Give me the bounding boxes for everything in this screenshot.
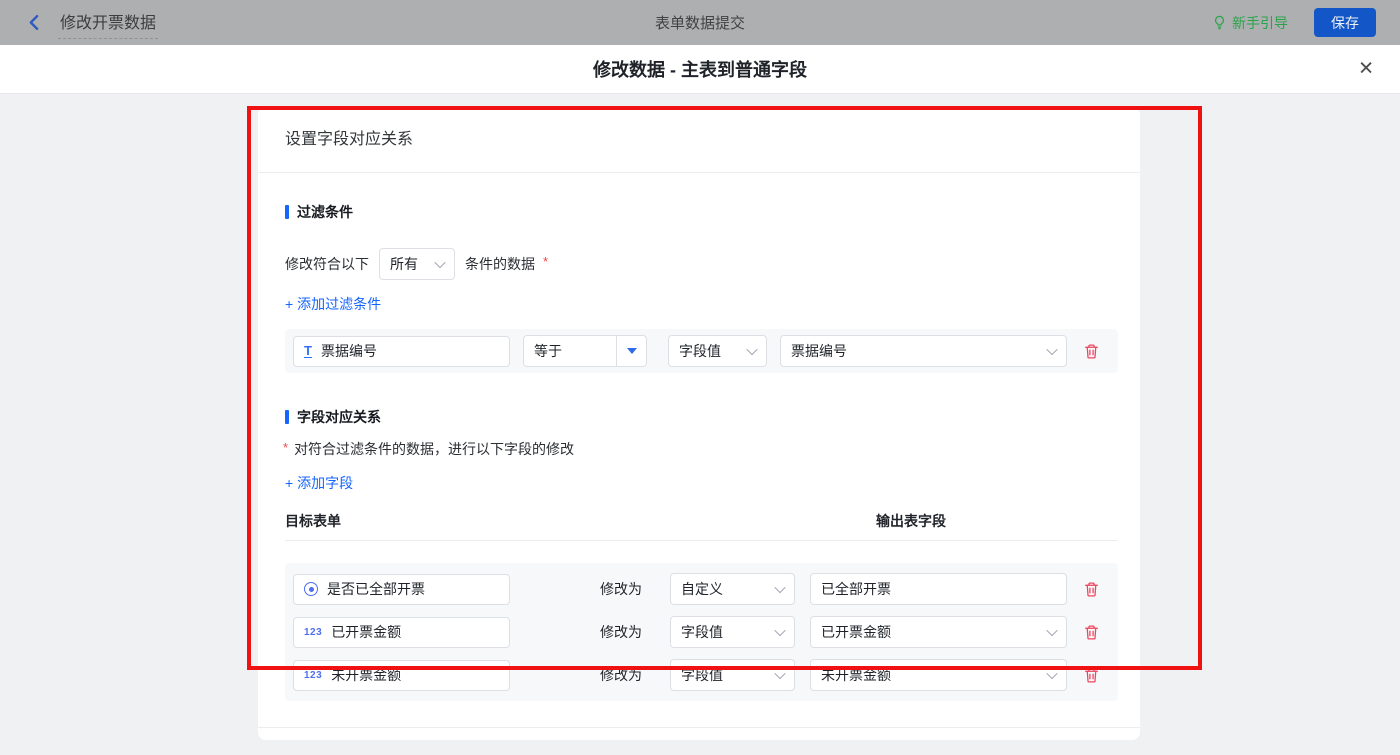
page-title: 表单数据提交 bbox=[0, 12, 1400, 33]
mapping-rows: 是否已全部开票 修改为 自定义 已全部开票 bbox=[285, 563, 1118, 701]
footer-actions: 上一步：设置触发动作 完成 下一步：设置新增数据 其他设置 bbox=[285, 728, 1118, 740]
chevron-down-icon bbox=[774, 668, 785, 679]
chevron-down-icon bbox=[746, 344, 757, 355]
number-field-icon: 123 bbox=[304, 670, 322, 681]
add-field-link[interactable]: + 添加字段 bbox=[285, 473, 353, 493]
output-field-select[interactable]: 未开票金额 bbox=[810, 659, 1067, 691]
chevron-down-icon bbox=[434, 257, 445, 268]
top-bar: 表单数据提交 修改开票数据 新手引导 保存 bbox=[0, 0, 1400, 45]
text-field-icon: T bbox=[304, 344, 312, 358]
settings-panel: 设置字段对应关系 过滤条件 修改符合以下 所有 条件的数据 * + 添加过滤条件… bbox=[258, 107, 1140, 740]
delete-row-button[interactable] bbox=[1083, 667, 1100, 684]
flow-title[interactable]: 修改开票数据 bbox=[58, 6, 158, 39]
panel-title: 设置字段对应关系 bbox=[285, 107, 1118, 151]
filter-value-select[interactable]: 票据编号 bbox=[780, 335, 1067, 367]
mapping-row: 是否已全部开票 修改为 自定义 已全部开票 bbox=[293, 573, 1100, 605]
section-marker bbox=[285, 410, 289, 424]
target-field-select[interactable]: 是否已全部开票 bbox=[293, 574, 510, 605]
chevron-left-icon bbox=[26, 14, 43, 31]
filter-field-select[interactable]: T 票据编号 bbox=[293, 336, 510, 367]
lightbulb-icon bbox=[1212, 15, 1227, 30]
custom-value-input[interactable]: 已全部开票 bbox=[810, 573, 1067, 605]
delete-filter-button[interactable] bbox=[1083, 343, 1100, 360]
filter-section-title: 过滤条件 bbox=[285, 202, 1118, 222]
col-output-field: 输出表字段 bbox=[876, 511, 946, 531]
guide-label: 新手引导 bbox=[1232, 13, 1288, 33]
section-marker bbox=[285, 205, 289, 219]
match-prefix-label: 修改符合以下 bbox=[285, 254, 369, 274]
modal-body: 设置字段对应关系 过滤条件 修改符合以下 所有 条件的数据 * + 添加过滤条件… bbox=[0, 94, 1400, 755]
back-button[interactable] bbox=[24, 13, 44, 33]
save-button[interactable]: 保存 bbox=[1314, 8, 1376, 37]
modal-header: 修改数据 - 主表到普通字段 ✕ bbox=[0, 45, 1400, 94]
mapping-section-title: 字段对应关系 bbox=[285, 407, 1118, 427]
mapping-description: * 对符合过滤条件的数据，进行以下字段的修改 bbox=[285, 439, 1118, 459]
beginner-guide-link[interactable]: 新手引导 bbox=[1212, 13, 1288, 33]
trash-icon bbox=[1083, 624, 1100, 641]
value-type-select[interactable]: 字段值 bbox=[670, 659, 795, 691]
chevron-down-icon bbox=[774, 625, 785, 636]
columns-header: 目标表单 输出表字段 bbox=[285, 511, 1118, 531]
target-field-select[interactable]: 123 未开票金额 bbox=[293, 660, 510, 691]
target-field-select[interactable]: 123 已开票金额 bbox=[293, 617, 510, 648]
modify-label: 修改为 bbox=[600, 622, 648, 642]
delete-row-button[interactable] bbox=[1083, 581, 1100, 598]
number-field-icon: 123 bbox=[304, 627, 322, 638]
divider bbox=[258, 172, 1140, 173]
caret-down-icon bbox=[627, 348, 637, 354]
modify-label: 修改为 bbox=[600, 579, 648, 599]
col-target-form: 目标表单 bbox=[285, 511, 341, 531]
trash-icon bbox=[1083, 343, 1100, 360]
mapping-row: 123 已开票金额 修改为 字段值 已开票金额 bbox=[293, 616, 1100, 648]
delete-row-button[interactable] bbox=[1083, 624, 1100, 641]
match-suffix-label: 条件的数据 bbox=[465, 254, 535, 274]
required-mark: * bbox=[543, 254, 548, 269]
close-icon[interactable]: ✕ bbox=[1358, 60, 1374, 79]
modal-title: 修改数据 - 主表到普通字段 bbox=[593, 56, 807, 82]
match-mode-select[interactable]: 所有 bbox=[379, 248, 455, 280]
output-field-select[interactable]: 已开票金额 bbox=[810, 616, 1067, 648]
chevron-down-icon bbox=[1046, 625, 1057, 636]
radio-icon bbox=[304, 582, 318, 596]
value-type-select[interactable]: 自定义 bbox=[670, 573, 795, 605]
filter-condition-row: T 票据编号 等于 字段值 票据编号 bbox=[285, 329, 1118, 373]
chevron-down-icon bbox=[1046, 344, 1057, 355]
trash-icon bbox=[1083, 581, 1100, 598]
chevron-down-icon bbox=[774, 582, 785, 593]
trash-icon bbox=[1083, 667, 1100, 684]
value-type-select[interactable]: 字段值 bbox=[670, 616, 795, 648]
required-mark: * bbox=[283, 440, 288, 455]
add-filter-condition-link[interactable]: + 添加过滤条件 bbox=[285, 294, 381, 314]
operator-select[interactable]: 等于 bbox=[523, 335, 647, 367]
chevron-down-icon bbox=[1046, 668, 1057, 679]
modify-label: 修改为 bbox=[600, 665, 648, 685]
value-type-select[interactable]: 字段值 bbox=[668, 335, 767, 367]
divider bbox=[285, 540, 1118, 541]
mapping-row: 123 未开票金额 修改为 字段值 未开票金额 bbox=[293, 659, 1100, 691]
